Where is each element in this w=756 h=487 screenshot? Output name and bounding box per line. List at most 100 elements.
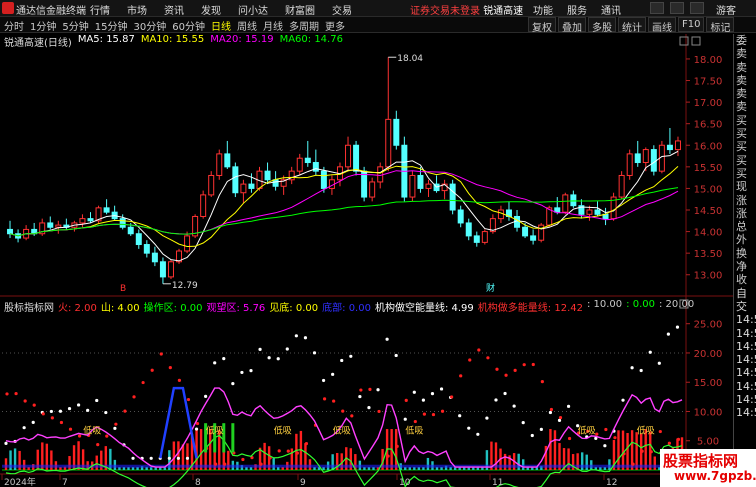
finance-marker: 财 <box>486 282 495 294</box>
settings-icon <box>679 36 689 46</box>
short-energy-dot <box>312 351 317 355</box>
candle-down <box>304 157 311 164</box>
short-energy-dot <box>439 387 444 391</box>
candle-down <box>143 244 150 254</box>
indicator-bar <box>549 429 552 470</box>
candle-up <box>377 166 384 183</box>
long-energy-dot <box>350 414 354 418</box>
price-tick-label: 13.50 <box>694 249 723 260</box>
date-label: 8 <box>195 478 201 487</box>
long-energy-dot <box>631 462 635 466</box>
candle-down <box>7 228 14 235</box>
candle-down <box>465 222 472 237</box>
short-energy-dot <box>557 418 562 422</box>
indicator-bar <box>653 456 656 470</box>
candle-down <box>457 209 464 224</box>
indicator-name[interactable]: 股标指标网 <box>4 299 54 314</box>
long-energy-dot <box>141 380 145 385</box>
short-energy-dot <box>4 441 8 445</box>
side-panel-item: 14:56 <box>736 379 756 393</box>
short-energy-dot <box>267 356 271 360</box>
long-energy-dot <box>395 444 399 448</box>
short-energy-dot <box>376 388 380 392</box>
side-panel-item: 14:56 <box>736 393 756 407</box>
price-tick-label: 14.50 <box>694 206 723 217</box>
legend-item: 火: 2.00 <box>58 303 97 314</box>
candle-up <box>618 174 625 198</box>
short-energy-dot <box>95 398 99 403</box>
long-energy-dot <box>159 352 163 356</box>
candle-up <box>167 261 174 278</box>
long-energy-dot <box>322 397 327 401</box>
ma5-line <box>9 150 679 262</box>
candle-down <box>353 144 360 172</box>
long-energy-dot <box>150 368 154 372</box>
candle-down <box>570 194 577 207</box>
long-energy-dot <box>304 442 309 446</box>
long-energy-dot <box>259 462 263 466</box>
side-panel-item: 涨幅 <box>736 206 747 220</box>
ma20-label: MA20: 15.19 <box>210 34 274 45</box>
short-energy-dot <box>194 427 199 431</box>
ma10-label: MA10: 15.55 <box>140 34 205 45</box>
long-energy-dot <box>522 363 526 367</box>
legend-item: 机构做空能量线: 4.99 <box>374 303 474 314</box>
long-energy-dot <box>649 450 653 454</box>
short-energy-dot <box>31 420 35 425</box>
indicator-tick-label: 15.00 <box>694 378 723 389</box>
side-panel-item: 自动 <box>736 286 747 300</box>
candle-down <box>650 149 657 172</box>
kline-chart[interactable]: 18.00 17.50 17.00 16.50 16.00 15.50 15.00 14.50… <box>0 0 756 487</box>
indicator-tick-label: 25.00 <box>694 320 723 331</box>
short-energy-dot <box>539 427 543 431</box>
long-energy-dot <box>14 391 18 396</box>
short-energy-dot <box>521 421 525 425</box>
long-energy-dot <box>177 378 182 382</box>
long-energy-dot <box>105 434 109 438</box>
signal-tag: 低吸 <box>405 425 423 437</box>
long-energy-dot <box>504 373 508 377</box>
candle-down <box>151 252 158 263</box>
signal-tag: 低吸 <box>206 425 224 437</box>
side-panel-item: 总量 <box>736 220 747 234</box>
indicator-bar <box>68 456 71 470</box>
short-energy-dot <box>185 456 190 460</box>
short-energy-dot <box>167 456 171 460</box>
long-energy-dot <box>531 362 535 367</box>
date-label: 10 <box>399 478 411 487</box>
candle-up <box>674 140 681 151</box>
legend-item: 山: 4.00 <box>100 303 140 314</box>
legend-item: 底部: 0.00 <box>322 303 371 314</box>
short-energy-dot <box>630 366 634 370</box>
side-panel-item: 换手 <box>736 246 747 260</box>
long-energy-dot <box>295 451 299 455</box>
ma20-line <box>9 170 679 237</box>
side-panel-item: 14:56 <box>736 366 756 380</box>
long-energy-dot <box>667 441 671 445</box>
short-energy-dot <box>222 357 226 361</box>
indicator-bar <box>522 459 525 470</box>
candle-up <box>79 218 86 224</box>
candle-down <box>248 183 255 189</box>
short-energy-dot <box>467 426 471 430</box>
short-energy-dot <box>86 408 90 412</box>
candle-up <box>184 235 191 252</box>
long-energy-dot <box>558 416 563 420</box>
short-energy-dot <box>385 337 389 341</box>
candle-up <box>481 231 488 243</box>
candle-down <box>473 235 480 243</box>
price-tick-label: 16.50 <box>694 120 723 131</box>
side-panel-item: 涨跌 <box>736 193 747 207</box>
short-energy-dot <box>204 394 208 398</box>
price-tick-label: 15.00 <box>694 184 723 195</box>
signal-tag: 低吸 <box>274 425 292 437</box>
indicator-bar <box>95 455 98 470</box>
legend-item: 见底: 0.00 <box>269 303 319 314</box>
side-panel-item: 外盘 <box>736 233 747 247</box>
long-energy-dot <box>377 409 381 414</box>
long-energy-dot <box>168 366 172 370</box>
long-energy-dot <box>422 412 426 416</box>
long-energy-dot <box>386 454 390 458</box>
price-tick-label: 16.00 <box>694 141 723 152</box>
side-panel-item: 14:56 <box>736 353 756 367</box>
